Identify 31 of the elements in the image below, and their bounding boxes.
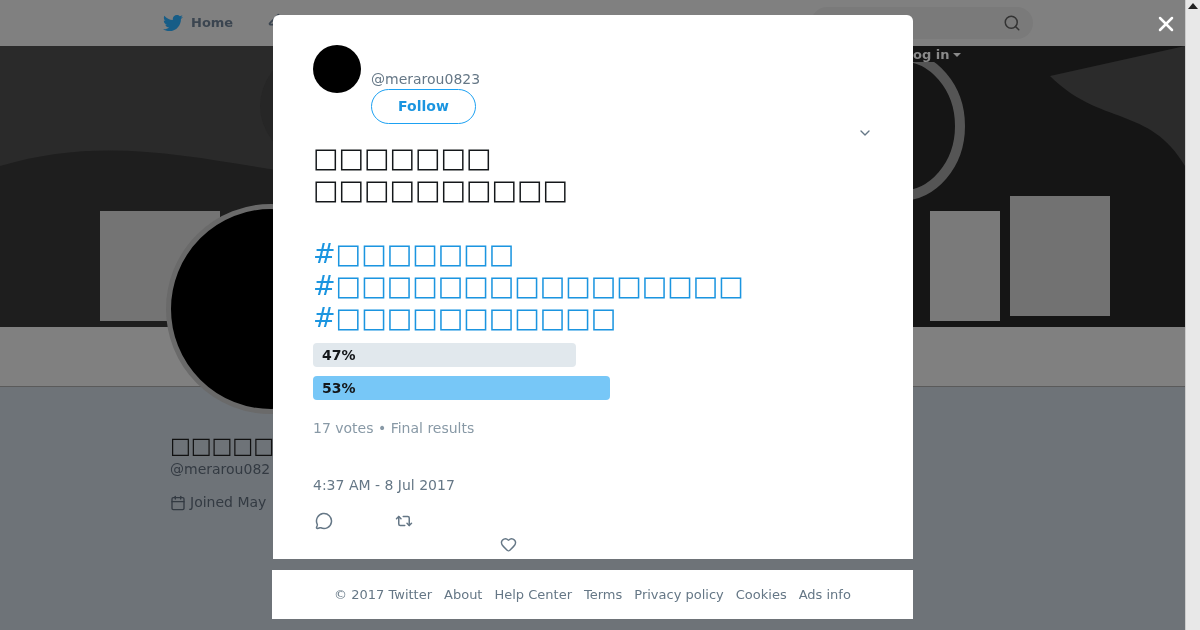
footer-link[interactable]: Help Center: [494, 584, 572, 605]
hashtag-link[interactable]: #□□□□□□□: [313, 238, 515, 270]
profile-handle: @merarou082: [170, 460, 272, 479]
footer-link[interactable]: Ads info: [798, 584, 851, 605]
search-icon: [1003, 14, 1022, 32]
joined-date: Joined May: [190, 493, 267, 512]
scroll-up-icon[interactable]: [1188, 3, 1198, 9]
footer-link[interactable]: Terms: [584, 584, 623, 605]
heart-icon[interactable]: [500, 536, 517, 553]
poll-summary: 17 votes • Final results: [313, 419, 475, 438]
footer-link[interactable]: About: [444, 584, 483, 605]
calendar-icon: [170, 494, 186, 511]
caret-icon[interactable]: [953, 52, 962, 57]
hashtag-link[interactable]: #□□□□□□□□□□□□□□□□: [313, 270, 744, 302]
reply-icon[interactable]: [315, 512, 333, 530]
tweet-timestamp[interactable]: 4:37 AM - 8 Jul 2017: [313, 475, 455, 496]
user-handle[interactable]: @merarou0823: [371, 71, 481, 87]
login-link[interactable]: og in: [913, 47, 950, 62]
scrollbar[interactable]: [1185, 0, 1200, 630]
home-link[interactable]: Home: [191, 13, 234, 33]
profile-name: □□□□□: [170, 435, 275, 457]
poll-percent: 47%: [322, 345, 356, 365]
footer-link[interactable]: Privacy policy: [634, 584, 724, 605]
bird-icon: [163, 13, 183, 33]
hashtag-link[interactable]: #□□□□□□□□□□□: [313, 302, 617, 334]
poll-percent: 53%: [322, 378, 356, 398]
footer-link[interactable]: Cookies: [735, 584, 787, 605]
user-avatar[interactable]: [313, 45, 361, 93]
tweet-text: □□□□□□□□□□: [313, 174, 569, 206]
footer-link[interactable]: © 2017 Twitter: [334, 584, 433, 605]
tweet-text: □□□□□□□: [313, 142, 492, 174]
